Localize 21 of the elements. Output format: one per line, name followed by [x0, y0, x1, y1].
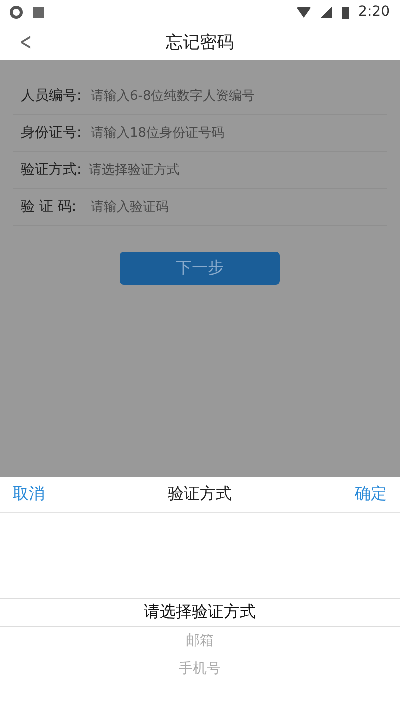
confirm-button[interactable]: 确定 [355, 484, 387, 505]
battery-icon [342, 6, 349, 18]
picker-title: 验证方式 [168, 484, 232, 505]
input-field[interactable]: 请输入6-8位纯数字人资编号 [89, 88, 387, 104]
wifi-icon [296, 6, 311, 18]
field-label: 验证方式: [21, 161, 83, 179]
field-label: 验 证 码: [21, 198, 78, 216]
next-button[interactable]: 下一步 [120, 252, 280, 285]
select-field[interactable]: 请选择验证方式 [89, 161, 180, 179]
status-time: 2:20 [358, 4, 390, 20]
picker-option[interactable]: 手机号 [0, 655, 400, 683]
back-button[interactable]: < [18, 28, 34, 56]
field-label: 人员编号: [21, 87, 83, 105]
field-label: 身份证号: [21, 124, 83, 142]
picker-option[interactable]: 请选择验证方式 [0, 598, 400, 627]
input-field[interactable]: 请输入18位身份证号码 [89, 124, 387, 142]
page-title: 忘记密码 [166, 32, 234, 54]
picker-option[interactable]: 邮箱 [0, 627, 400, 655]
cancel-button[interactable]: 取消 [13, 484, 45, 505]
signal-icon [320, 6, 332, 18]
input-field[interactable]: 请输入验证码 [89, 198, 387, 216]
